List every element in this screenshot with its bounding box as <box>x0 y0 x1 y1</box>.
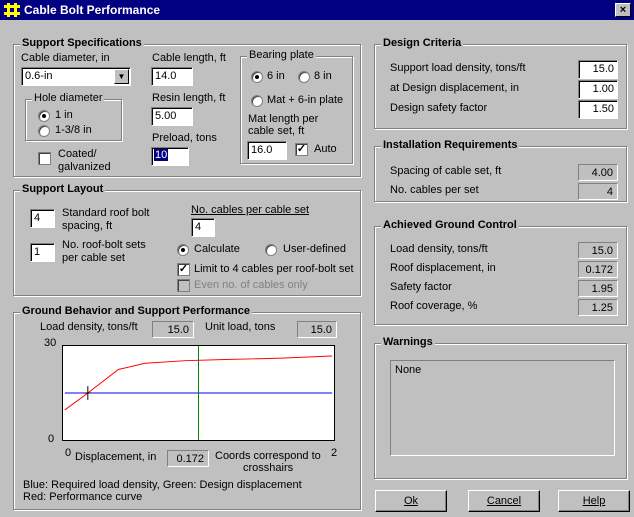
calculate-radio[interactable] <box>177 244 189 256</box>
plate-6in-label: 6 in <box>267 70 285 82</box>
support-layout-title: Support Layout <box>20 183 106 195</box>
preload-input[interactable]: 10 <box>151 147 189 166</box>
bearing-plate-title: Bearing plate <box>247 49 316 61</box>
x-axis-max-label: 2 <box>331 447 338 459</box>
roof-coverage-label: Roof coverage, % <box>390 300 478 312</box>
cable-length-input[interactable]: 14.0 <box>151 67 193 86</box>
coords-note-1: Coords correspond to <box>215 450 321 462</box>
load-density-readout: 15.0 <box>152 321 194 338</box>
load-density-label: Load density, tons/ft <box>40 321 138 333</box>
displacement-label: Displacement, in <box>75 451 157 463</box>
chart-legend-2: Red: Performance curve <box>23 491 143 503</box>
cable-set-spacing-label: Spacing of cable set, ft <box>390 165 502 177</box>
support-load-density-label: Support load density, tons/ft <box>390 62 526 74</box>
hole-1-3-8in-radio[interactable] <box>38 125 50 137</box>
plate-8in-radio[interactable] <box>298 71 310 83</box>
chevron-down-icon[interactable]: ▼ <box>114 69 129 84</box>
ok-label: Ok <box>403 495 419 507</box>
calculate-label: Calculate <box>194 243 240 255</box>
std-bolt-spacing-label-1: Standard roof bolt <box>62 207 150 219</box>
window-title: Cable Bolt Performance <box>24 3 161 17</box>
cables-per-set-out-value: 4 <box>578 183 618 200</box>
design-criteria-title: Design Criteria <box>381 37 464 49</box>
safety-factor-label: Safety factor <box>390 281 452 293</box>
cables-per-set-input[interactable]: 4 <box>191 218 215 237</box>
cable-set-spacing-value: 4.00 <box>578 164 618 181</box>
roof-displacement-value: 0.172 <box>578 261 618 278</box>
ok-button[interactable]: Ok <box>375 490 447 512</box>
design-safety-factor-label: Design safety factor <box>390 102 488 114</box>
roof-coverage-value: 1.25 <box>578 299 618 316</box>
plate-mat-radio[interactable] <box>251 95 263 107</box>
coated-galvanized-checkbox[interactable] <box>38 152 51 165</box>
hole-1in-label: 1 in <box>55 109 73 121</box>
x-axis-min-label: 0 <box>65 447 72 459</box>
std-bolt-spacing-label-2: spacing, ft <box>62 220 113 232</box>
roof-bolt-sets-label-1: No. roof-bolt sets <box>62 239 146 251</box>
roof-bolt-sets-label-2: per cable set <box>62 252 125 264</box>
cable-length-label: Cable length, ft <box>152 52 226 64</box>
close-button[interactable]: × <box>615 3 631 17</box>
cancel-label: Cancel <box>486 495 522 507</box>
hole-diameter-title: Hole diameter <box>32 92 105 104</box>
unit-load-readout: 15.0 <box>297 321 337 338</box>
std-bolt-spacing-input[interactable]: 4 <box>30 209 55 228</box>
design-safety-factor-input[interactable]: 1.50 <box>578 100 618 119</box>
hole-1in-radio[interactable] <box>38 110 50 122</box>
help-label: Help <box>582 495 606 507</box>
chart-legend-1: Blue: Required load density, Green: Desi… <box>23 479 302 491</box>
displacement-readout: 0.172 <box>167 450 209 467</box>
cables-per-set-label: No. cables per cable set <box>191 204 310 216</box>
hole-1-3-8in-label: 1-3/8 in <box>55 124 92 136</box>
ground-behavior-title: Ground Behavior and Support Performance <box>20 305 252 317</box>
preload-label: Preload, tons <box>152 132 217 144</box>
preload-value: 10 <box>154 149 169 161</box>
even-cables-checkbox[interactable] <box>177 279 190 292</box>
mat-length-label-1: Mat length per <box>248 113 319 125</box>
limit-cables-checkbox[interactable]: ✓ <box>177 263 190 276</box>
achieved-load-density-label: Load density, tons/ft <box>390 243 488 255</box>
installation-title: Installation Requirements <box>381 139 520 151</box>
roof-bolt-sets-input[interactable]: 1 <box>30 243 55 262</box>
design-displacement-input[interactable]: 1.00 <box>578 80 618 99</box>
cable-diameter-select[interactable]: 0.6-in ▼ <box>21 67 131 86</box>
roof-displacement-label: Roof displacement, in <box>390 262 496 274</box>
plate-6in-radio[interactable] <box>251 71 263 83</box>
user-defined-radio[interactable] <box>265 244 277 256</box>
support-load-density-input[interactable]: 15.0 <box>578 60 618 79</box>
cancel-button[interactable]: Cancel <box>468 490 540 512</box>
limit-cables-label: Limit to 4 cables per roof-bolt set <box>194 263 354 275</box>
coated-label: Coated/ <box>58 148 97 160</box>
even-cables-label: Even no. of cables only <box>194 279 308 291</box>
app-icon <box>4 3 20 17</box>
cable-diameter-label: Cable diameter, in <box>21 52 110 64</box>
mat-length-label-2: cable set, ft <box>248 125 305 137</box>
resin-length-label: Resin length, ft <box>152 92 226 104</box>
support-specifications-title: Support Specifications <box>20 37 144 49</box>
coords-note-2: crosshairs <box>243 462 294 474</box>
achieved-load-density-value: 15.0 <box>578 242 618 259</box>
warnings-box: None <box>390 360 615 456</box>
warnings-text: None <box>395 364 422 376</box>
plate-8in-label: 8 in <box>314 70 332 82</box>
achieved-title: Achieved Ground Control <box>381 219 519 231</box>
y-axis-min-label: 0 <box>48 433 55 445</box>
performance-chart[interactable] <box>62 345 335 441</box>
design-displacement-label: at Design displacement, in <box>390 82 520 94</box>
help-button[interactable]: Help <box>558 490 630 512</box>
title-bar[interactable]: Cable Bolt Performance × <box>0 0 634 20</box>
auto-checkbox[interactable]: ✓ <box>295 143 308 156</box>
unit-load-label: Unit load, tons <box>205 321 276 333</box>
safety-factor-value: 1.95 <box>578 280 618 297</box>
user-defined-label: User-defined <box>283 243 346 255</box>
cable-diameter-value: 0.6-in <box>25 70 53 82</box>
resin-length-input[interactable]: 5.00 <box>151 107 193 126</box>
y-axis-max-label: 30 <box>44 337 57 349</box>
auto-label: Auto <box>314 143 337 155</box>
galvanized-label: galvanized <box>58 161 111 173</box>
plate-mat-label: Mat + 6-in plate <box>267 94 344 106</box>
warnings-title: Warnings <box>381 336 435 348</box>
mat-length-input[interactable]: 16.0 <box>247 141 287 160</box>
cables-per-set-out-label: No. cables per set <box>390 184 479 196</box>
